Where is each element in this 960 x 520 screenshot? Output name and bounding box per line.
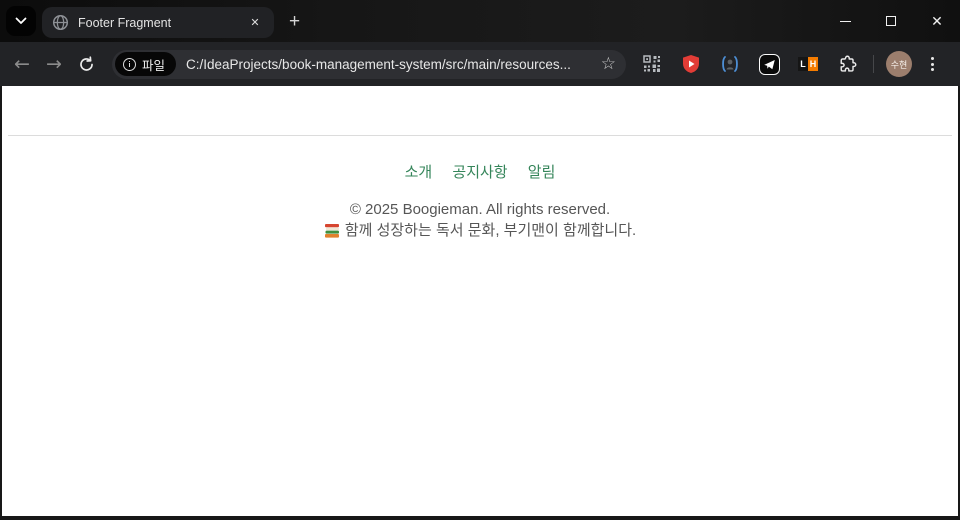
info-icon [123, 57, 136, 71]
globe-favicon-icon [52, 14, 69, 31]
extensions-area: L H [640, 52, 859, 76]
tab-search-button[interactable] [6, 6, 36, 36]
reload-icon [79, 55, 93, 71]
window-controls: ✕ [822, 0, 960, 42]
tab-close-icon[interactable]: ✕ [246, 14, 264, 32]
parentheses-icon [722, 56, 738, 72]
minimize-button[interactable] [822, 0, 868, 42]
page-content: 소개 공지사항 알림 © 2025 Boogieman. All rights … [2, 86, 958, 516]
toolbar-divider [873, 55, 874, 73]
books-emoji [324, 224, 339, 238]
tagline-row: 함께 성장하는 독서 문화, 부기맨이 함께합니다. [8, 221, 952, 241]
kebab-menu-icon [930, 57, 934, 60]
maximize-button[interactable] [868, 0, 914, 42]
forward-arrow-icon: → [46, 52, 62, 75]
url-text[interactable]: C:/IdeaProjects/book-management-system/s… [186, 57, 593, 72]
footer-link-alerts[interactable]: 알림 [528, 164, 556, 181]
titlebar: Footer Fragment ✕ + ✕ [0, 0, 960, 42]
puzzle-piece-icon [840, 55, 856, 72]
adblock-youtube-extension-button[interactable] [679, 52, 703, 76]
qr-extension-button[interactable] [640, 52, 664, 76]
browser-toolbar: ← → 파일 C:/IdeaProjects/book-management-s… [0, 42, 960, 86]
maximize-icon [886, 16, 896, 26]
back-arrow-icon: ← [14, 52, 30, 75]
extensions-menu-button[interactable] [835, 52, 859, 76]
copyright-text: © 2025 Boogieman. All rights reserved. [349, 201, 611, 218]
browser-tab[interactable]: Footer Fragment ✕ [42, 7, 274, 38]
browser-window: Footer Fragment ✕ + ✕ ← → 파일 C:/IdeaProj… [0, 0, 960, 520]
page-footer: 소개 공지사항 알림 © 2025 Boogieman. All rights … [8, 135, 952, 241]
tagline-text: 함께 성장하는 독서 문화, 부기맨이 함께합니다. [344, 222, 637, 239]
paper-plane-icon [758, 53, 780, 75]
dev-extension-button[interactable] [718, 52, 742, 76]
profile-avatar[interactable]: 수현 [886, 51, 912, 77]
browser-menu-button[interactable] [918, 50, 946, 78]
lh-icon: L H [798, 57, 818, 71]
footer-links: 소개 공지사항 알림 [8, 161, 952, 182]
telegram-extension-button[interactable] [757, 52, 781, 76]
lh-extension-button[interactable]: L H [796, 52, 820, 76]
profile-initials: 수현 [890, 59, 908, 70]
file-chip-label: 파일 [142, 58, 166, 73]
bookmark-star-icon[interactable]: ☆ [601, 55, 616, 73]
footer-link-notice[interactable]: 공지사항 [452, 164, 507, 181]
address-bar[interactable]: 파일 C:/IdeaProjects/book-management-syste… [112, 49, 626, 79]
tab-title: Footer Fragment [78, 15, 172, 30]
chevron-down-icon [15, 17, 27, 24]
footer-link-about[interactable]: 소개 [405, 164, 433, 181]
close-icon: ✕ [931, 13, 943, 29]
forward-button[interactable]: → [38, 48, 70, 80]
file-scheme-chip[interactable]: 파일 [115, 52, 177, 76]
back-button[interactable]: ← [6, 48, 38, 80]
qr-code-icon [643, 55, 660, 72]
minimize-icon [839, 20, 851, 22]
close-button[interactable]: ✕ [914, 0, 960, 42]
reload-button[interactable] [70, 48, 102, 80]
new-tab-button[interactable]: + [281, 9, 308, 36]
shield-play-icon [683, 55, 699, 73]
